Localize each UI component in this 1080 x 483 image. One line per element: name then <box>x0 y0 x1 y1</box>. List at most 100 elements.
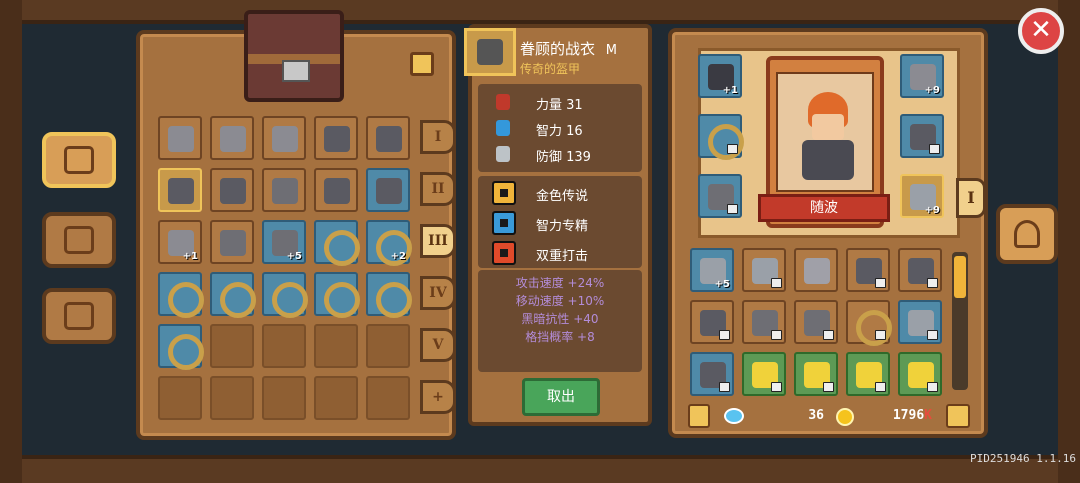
ring-icon <box>220 282 256 318</box>
upgrade-badge: +5 <box>714 279 730 290</box>
lock-icon <box>771 330 782 340</box>
empty-slot[interactable] <box>158 376 202 420</box>
item-slot[interactable] <box>898 248 942 292</box>
lock-icon <box>927 278 938 288</box>
armor-icon <box>324 126 350 152</box>
skill-row[interactable]: 金色传说 <box>488 180 628 208</box>
item-slot[interactable]: +5 <box>262 220 306 264</box>
item-slot[interactable] <box>314 220 360 266</box>
empty-slot[interactable] <box>314 324 358 368</box>
add-tab-button[interactable]: + <box>420 380 456 414</box>
storage-tab[interactable]: I <box>420 120 456 154</box>
empty-slot[interactable] <box>210 376 254 420</box>
lock-toggle-button[interactable] <box>688 404 710 428</box>
storage-tab[interactable]: II <box>420 172 456 206</box>
trade-button[interactable] <box>42 288 116 344</box>
trade-icon <box>64 302 94 330</box>
lock-icon <box>727 144 738 154</box>
helmet-icon <box>272 126 298 152</box>
storage-tab[interactable]: V <box>420 328 456 362</box>
storage-tab[interactable]: IV <box>420 276 456 310</box>
item-slot[interactable] <box>742 248 786 292</box>
item-slot[interactable] <box>742 352 786 396</box>
gold-amount: 1796 <box>892 408 925 423</box>
item-slot[interactable] <box>794 248 838 292</box>
empty-slot[interactable] <box>262 376 306 420</box>
empty-slot[interactable] <box>314 376 358 420</box>
item-slot[interactable] <box>158 324 204 370</box>
sort-grid-button[interactable] <box>410 52 434 76</box>
item-slot[interactable] <box>690 352 734 396</box>
helmet-tab-button[interactable] <box>996 204 1058 264</box>
item-slot[interactable]: +1 <box>158 220 202 264</box>
empty-slot[interactable] <box>366 324 410 368</box>
storage-tab[interactable]: III <box>420 224 456 258</box>
pid-version: PID251946 1.1.16 <box>970 452 1076 465</box>
item-slot[interactable] <box>794 300 838 344</box>
item-slot[interactable]: +9 <box>900 174 944 218</box>
upgrade-badge: +2 <box>390 251 406 262</box>
item-slot[interactable] <box>698 114 744 160</box>
storage-chest-button[interactable] <box>42 132 116 188</box>
wood-beam-bottom <box>0 455 1080 483</box>
item-slot[interactable] <box>210 220 254 264</box>
item-slot[interactable] <box>158 168 202 212</box>
close-button[interactable]: ✕ <box>1018 8 1064 54</box>
item-slot[interactable] <box>690 300 734 344</box>
item-slot[interactable] <box>898 300 942 344</box>
item-slot[interactable] <box>158 272 204 318</box>
item-slot[interactable] <box>158 116 202 160</box>
lock-icon <box>719 382 730 392</box>
item-slot[interactable] <box>846 352 890 396</box>
boots-icon <box>272 178 298 204</box>
item-slot[interactable] <box>262 116 306 160</box>
armor-icon <box>168 178 194 204</box>
item-slot[interactable] <box>742 300 786 344</box>
item-slot[interactable] <box>794 352 838 396</box>
item-slot[interactable]: +1 <box>698 54 742 98</box>
item-slot[interactable] <box>210 168 254 212</box>
item-slot[interactable] <box>262 168 306 212</box>
item-slot[interactable] <box>366 272 412 318</box>
fist-icon <box>496 94 510 110</box>
item-slot[interactable] <box>210 272 256 318</box>
gold-count: 1796K <box>862 408 932 426</box>
ring-icon <box>168 282 204 318</box>
stat-label: 智力 16 <box>536 124 583 139</box>
upgrade-badge: +9 <box>924 205 940 216</box>
item-subtitle: 传奇的盔甲 <box>520 62 581 76</box>
skill-row[interactable]: 双重打击 <box>488 240 628 268</box>
ring-icon <box>856 310 892 346</box>
hero-tab[interactable]: I <box>956 178 986 218</box>
item-slot[interactable] <box>314 116 358 160</box>
item-slot[interactable] <box>898 352 942 396</box>
armor-icon <box>324 178 350 204</box>
gold-suffix: K <box>924 408 932 423</box>
wood-beam-top <box>0 0 1080 24</box>
quest-map-button[interactable] <box>42 212 116 268</box>
item-slot[interactable] <box>900 114 944 158</box>
empty-slot[interactable] <box>366 376 410 420</box>
item-slot[interactable] <box>314 168 358 212</box>
lock-icon <box>771 278 782 288</box>
bonus-line: 攻击速度 +24% <box>515 276 605 290</box>
scrollbar-thumb[interactable] <box>954 256 966 298</box>
item-slot[interactable]: +5 <box>690 248 734 292</box>
item-slot[interactable] <box>314 272 360 318</box>
take-out-button[interactable]: 取出 <box>522 378 600 416</box>
item-slot[interactable]: +9 <box>900 54 944 98</box>
helmet-icon <box>168 126 194 152</box>
item-slot[interactable] <box>846 248 890 292</box>
item-slot[interactable]: +2 <box>366 220 412 266</box>
empty-slot[interactable] <box>210 324 254 368</box>
item-slot[interactable] <box>210 116 254 160</box>
item-slot[interactable] <box>366 116 410 160</box>
item-slot[interactable] <box>366 168 410 212</box>
item-slot[interactable] <box>698 174 742 218</box>
sort-grid-button[interactable] <box>946 404 970 428</box>
item-slot[interactable] <box>262 272 308 318</box>
ring-icon <box>708 124 744 160</box>
skill-row[interactable]: 智力专精 <box>488 210 628 238</box>
item-slot[interactable] <box>846 300 892 346</box>
empty-slot[interactable] <box>262 324 306 368</box>
